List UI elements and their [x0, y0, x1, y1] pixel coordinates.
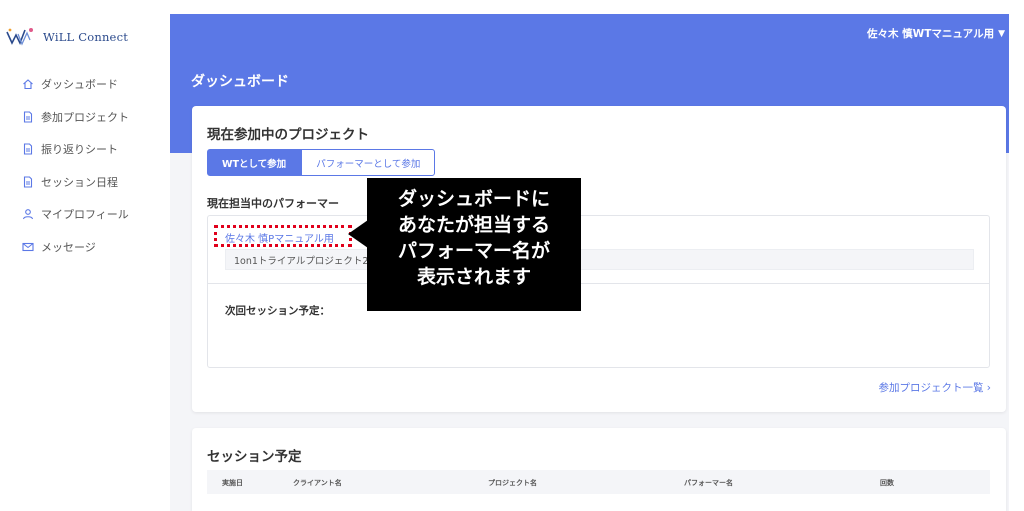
user-name: 佐々木 慎WTマニュアル用 [866, 28, 995, 40]
logo-mark-icon [6, 28, 33, 46]
logo[interactable]: WiLL Connect [6, 26, 128, 48]
column-header: プロジェクト名 [488, 479, 537, 487]
section-label: 現在担当中のパフォーマー [207, 197, 339, 210]
tab-as-performer[interactable]: パフォーマーとして参加 [301, 149, 436, 176]
divider [208, 283, 989, 284]
home-icon [23, 79, 33, 90]
card-title: 現在参加中のプロジェクト [207, 127, 369, 143]
sidebar: WiLL Connect ダッシュボード 参加プロジェクト 振り返りシート セッ… [0, 0, 170, 511]
sidebar-item-label: 振り返りシート [41, 143, 118, 157]
sidebar-item-session-schedule[interactable]: セッション日程 [22, 166, 129, 199]
document-icon [23, 111, 33, 123]
sidebar-item-label: メッセージ [41, 240, 96, 254]
column-header: 実施日 [222, 479, 243, 487]
annotation-callout: ダッシュボードに あなたが担当する パフォーマー名が 表示されます [367, 178, 581, 311]
session-table-header: 実施日 クライアント名 プロジェクト名 パフォーマー名 回数 [207, 470, 990, 494]
highlight-box [214, 225, 352, 247]
current-project-card: 現在参加中のプロジェクト WTとして参加 パフォーマーとして参加 現在担当中のパ… [192, 106, 1006, 412]
chevron-down-icon: ▼ [998, 28, 1005, 39]
callout-line: パフォーマー名が [397, 240, 550, 262]
session-title: セッション予定 [207, 449, 302, 465]
document-icon [23, 176, 33, 188]
user-menu[interactable]: 佐々木 慎WTマニュアル用 ▼ [867, 26, 1005, 41]
participation-tabs: WTとして参加 パフォーマーとして参加 [207, 149, 436, 176]
mail-icon [22, 242, 34, 251]
column-header: パフォーマー名 [684, 479, 733, 487]
callout-line: ダッシュボードに [397, 188, 550, 210]
session-card: セッション予定 実施日 クライアント名 プロジェクト名 パフォーマー名 回数 [192, 428, 1006, 511]
user-icon [22, 209, 34, 220]
sidebar-item-label: ダッシュボード [41, 78, 118, 92]
callout-line: あなたが担当する [397, 214, 550, 236]
callout-pointer [348, 220, 368, 248]
document-icon [23, 143, 33, 155]
column-header: 回数 [880, 479, 894, 487]
sidebar-nav: ダッシュボード 参加プロジェクト 振り返りシート セッション日程 マイプロフィー… [22, 68, 129, 263]
sidebar-item-messages[interactable]: メッセージ [22, 231, 129, 264]
sidebar-item-my-profile[interactable]: マイプロフィール [22, 198, 129, 231]
sidebar-item-label: 参加プロジェクト [41, 110, 129, 124]
sidebar-item-label: セッション日程 [41, 175, 118, 189]
performer-project: 1on1トライアルプロジェクト20 [225, 249, 974, 270]
sidebar-item-review-sheet[interactable]: 振り返りシート [22, 133, 129, 166]
column-header: クライアント名 [293, 479, 342, 487]
logo-text: WiLL Connect [43, 30, 129, 44]
sidebar-item-label: マイプロフィール [41, 208, 129, 222]
tab-as-wt[interactable]: WTとして参加 [207, 149, 302, 176]
project-list-link[interactable]: 参加プロジェクト一覧 › [878, 380, 991, 395]
page-title: ダッシュボード [191, 74, 289, 90]
sidebar-item-dashboard[interactable]: ダッシュボード [22, 68, 129, 101]
sidebar-item-projects[interactable]: 参加プロジェクト [22, 101, 129, 134]
next-session-label: 次回セッション予定： [225, 305, 330, 317]
callout-line: 表示されます [416, 266, 531, 288]
